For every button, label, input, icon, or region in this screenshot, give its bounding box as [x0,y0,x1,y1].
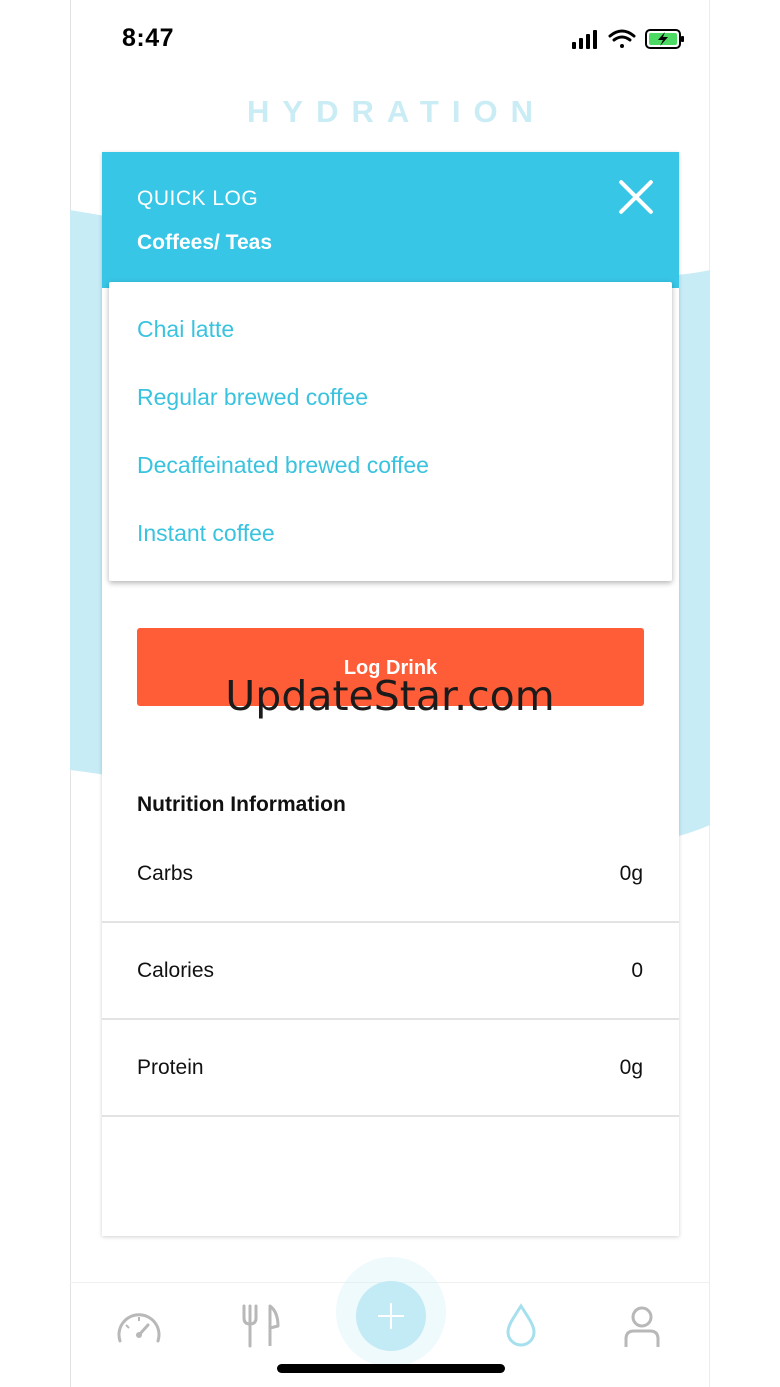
battery-charging-icon [645,29,684,49]
modal-kicker: QUICK LOG [137,187,259,210]
nutrition-label: Protein [137,1056,204,1079]
nutrition-value: 0g [619,1056,643,1079]
drink-dropdown: Chai latte Regular brewed coffee Decaffe… [109,282,672,581]
modal-header: QUICK LOG Coffees/ Teas [102,152,679,288]
nutrition-label: Carbs [137,862,194,885]
page-title: HYDRATION [247,94,546,129]
home-indicator [277,1364,505,1373]
nutrition-row: Protein 0g [102,1056,679,1153]
dropdown-item-decaffeinated-brewed-coffee[interactable]: Decaffeinated brewed coffee [137,452,429,479]
close-icon[interactable] [614,174,658,218]
phone-screen: 8:47 HYDRATION QUICK LOG Coffees/ Teas C… [0,0,780,1387]
plus-icon[interactable] [356,1281,426,1351]
nutrition-label: Calories [137,959,215,982]
nutrition-value: 0g [619,862,643,885]
dropdown-item-chai-latte[interactable]: Chai latte [137,316,234,343]
dropdown-item-regular-brewed-coffee[interactable]: Regular brewed coffee [137,384,368,411]
dashboard-gauge-icon[interactable] [115,1307,163,1347]
signal-icon [572,30,597,49]
fork-knife-icon[interactable] [240,1304,282,1350]
status-time: 8:47 [122,24,175,52]
modal-category: Coffees/ Teas [137,231,272,254]
water-drop-icon[interactable] [504,1303,538,1347]
nutrition-value: 0 [631,959,643,982]
watermark: UpdateStar.com [225,672,555,720]
nutrition-row: Calories 0 [102,959,679,1056]
dropdown-item-instant-coffee[interactable]: Instant coffee [137,520,275,547]
nutrition-row: Carbs 0g [102,862,679,959]
divider [102,1018,679,1020]
nutrition-title: Nutrition Information [137,793,346,816]
divider [102,1115,679,1117]
divider [102,921,679,923]
profile-icon[interactable] [622,1305,662,1349]
status-icons [572,29,684,49]
wifi-icon [608,29,636,48]
